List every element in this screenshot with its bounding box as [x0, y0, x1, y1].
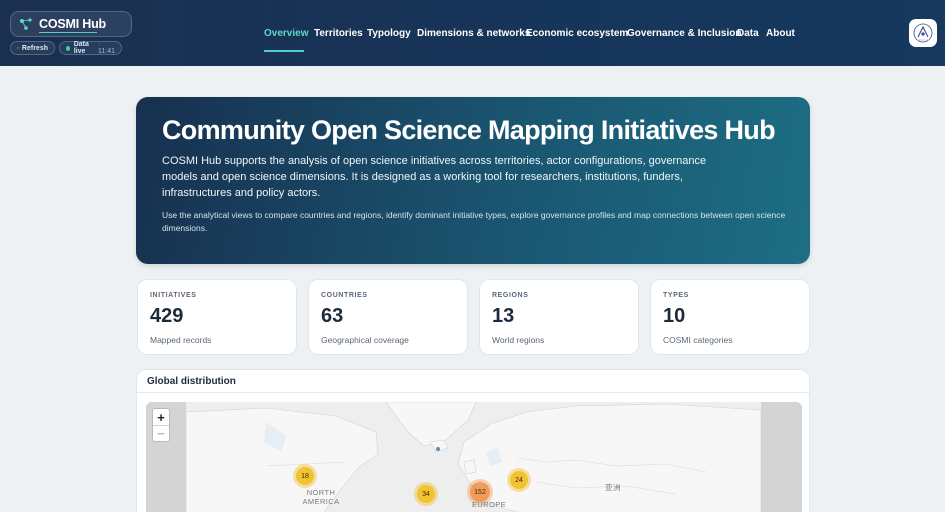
- stat-value: 63: [321, 305, 344, 327]
- map-divider: [137, 392, 809, 393]
- network-nodes-icon: [20, 18, 32, 30]
- map-cluster-marker[interactable]: 18: [293, 464, 317, 488]
- refresh-button[interactable]: Refresh: [10, 41, 55, 55]
- stat-caption: Geographical coverage: [321, 335, 409, 345]
- live-time: · 11:41: [98, 41, 115, 55]
- stat-value: 429: [150, 305, 184, 327]
- refresh-label: Refresh: [21, 44, 48, 52]
- top-navbar: COSMI Hub Refresh Data live · 11:41 Over…: [0, 0, 945, 66]
- hero-title: Community Open Science Mapping Initiativ…: [162, 115, 776, 145]
- live-status-icon: [66, 45, 70, 51]
- map-zoom-control: + −: [152, 408, 170, 442]
- cluster-count: 34: [417, 485, 435, 503]
- stat-card-countries: COUNTRIES 63 Geographical coverage: [308, 279, 468, 355]
- map-cluster-marker[interactable]: 24: [507, 468, 531, 492]
- cluster-count: 152: [470, 482, 490, 502]
- stat-label: COUNTRIES: [321, 292, 368, 299]
- nav-governance-inclusion[interactable]: Governance & Inclusion: [627, 28, 741, 39]
- partner-emblem-icon: [913, 23, 933, 43]
- hero-banner: Community Open Science Mapping Initiativ…: [136, 97, 810, 264]
- nav-economic-ecosystem[interactable]: Economic ecosystem: [526, 28, 628, 39]
- hero-lead: COSMI Hub supports the analysis of open …: [162, 155, 707, 199]
- stat-value: 13: [492, 305, 515, 327]
- partner-logo[interactable]: [909, 19, 937, 47]
- nav-dimensions-networks[interactable]: Dimensions & networks: [417, 28, 530, 39]
- stat-caption: Mapped records: [150, 335, 212, 345]
- map-cluster-marker[interactable]: 34: [414, 482, 438, 506]
- data-live-badge: Data live · 11:41: [59, 41, 122, 55]
- stat-label: TYPES: [663, 292, 689, 299]
- refresh-icon: [17, 47, 19, 49]
- zoom-in-button[interactable]: +: [153, 409, 169, 425]
- map-title: Global distribution: [147, 376, 236, 387]
- nav-territories[interactable]: Territories: [314, 28, 363, 39]
- stat-label: INITIATIVES: [150, 292, 197, 299]
- live-label: Data live: [73, 41, 89, 55]
- stat-card-regions: REGIONS 13 World regions: [479, 279, 639, 355]
- hero-subtext: Use the analytical views to compare coun…: [162, 210, 786, 233]
- stat-label: REGIONS: [492, 292, 529, 299]
- world-map[interactable]: + − 18 34 152 24 NORTH AMERICA EUROPE 亚洲: [146, 402, 802, 512]
- stat-card-types: TYPES 10 COSMI categories: [650, 279, 810, 355]
- map-label-north-america: NORTH AMERICA: [302, 488, 340, 506]
- stat-value: 10: [663, 305, 686, 327]
- map-label-europe: EUROPE: [471, 500, 507, 509]
- map-label-asia: 亚洲: [605, 483, 621, 492]
- nav-about[interactable]: About: [766, 28, 795, 39]
- global-distribution-card: Global distribution + − 18 34 152 24 NOR…: [136, 369, 810, 512]
- cluster-count: 24: [510, 471, 528, 489]
- nav-active-indicator: [264, 50, 304, 52]
- nav-data[interactable]: Data: [737, 28, 759, 39]
- brand-logo-button[interactable]: COSMI Hub: [10, 11, 132, 37]
- stat-caption: COSMI categories: [663, 335, 733, 345]
- stat-card-initiatives: INITIATIVES 429 Mapped records: [137, 279, 297, 355]
- cluster-count: 18: [296, 467, 314, 485]
- zoom-out-button[interactable]: −: [153, 425, 169, 441]
- stat-caption: World regions: [492, 335, 545, 345]
- brand-underline: [39, 32, 97, 33]
- brand-title: COSMI Hub: [39, 17, 106, 31]
- nav-overview[interactable]: Overview: [264, 28, 308, 39]
- nav-typology[interactable]: Typology: [367, 28, 411, 39]
